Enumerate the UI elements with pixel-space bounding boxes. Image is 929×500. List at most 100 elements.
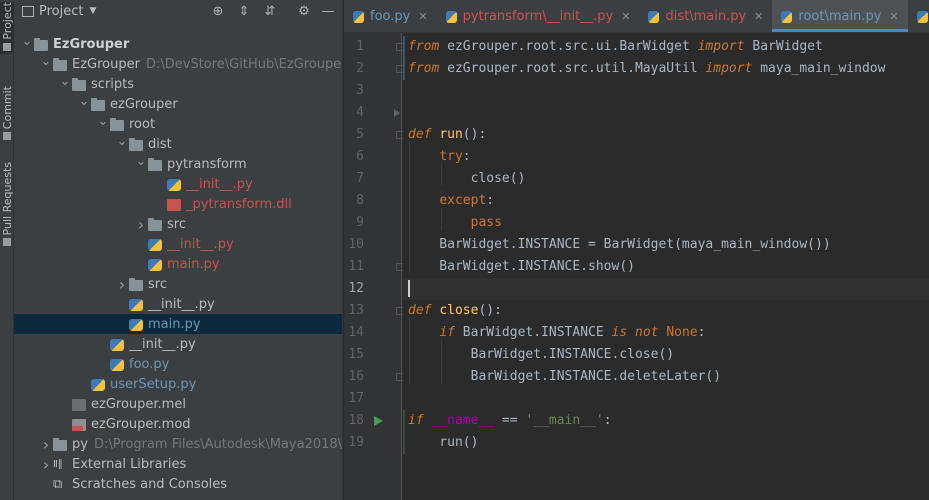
tree-item-label: src [148, 276, 167, 292]
close-icon[interactable]: ✕ [889, 10, 898, 23]
close-icon[interactable]: ✕ [621, 10, 630, 23]
code-line: run() [408, 432, 478, 454]
tree-item[interactable]: ⌄ root [14, 114, 342, 134]
vcs-change-marker [403, 36, 405, 80]
editor-tab-label: dist\main.py [665, 8, 747, 24]
editor-tab[interactable]: dist\main.py ✕ [639, 0, 772, 32]
tree-item[interactable]: userSetup.py [14, 374, 342, 394]
chevron-right-icon[interactable]: › [134, 215, 148, 234]
toolwindow-tab-label: Pull Requests [0, 162, 14, 236]
chevron-right-icon[interactable]: › [115, 275, 129, 294]
tree-item[interactable]: ⌄ pytransform [14, 154, 342, 174]
vcs-change-marker [403, 410, 405, 454]
toolwindow-tab-commit[interactable]: Commit [0, 86, 14, 143]
chevron-down-icon[interactable]: ▼ [89, 6, 96, 16]
tree-item-label: EzGrouper [53, 36, 130, 52]
line-number: 18 [348, 413, 364, 428]
tree-item[interactable]: ezGrouper.mod [14, 414, 342, 434]
editor-tab[interactable]: root\main.py ✕ [772, 0, 908, 32]
run-icon[interactable] [374, 416, 383, 426]
toolwindow-tab-pull-requests[interactable]: Pull Requests [0, 162, 14, 249]
close-icon[interactable]: ✕ [754, 10, 763, 23]
code-token: is not [611, 325, 659, 340]
chevron-down-icon[interactable]: ⌄ [77, 94, 91, 109]
code-line: except: [408, 190, 494, 212]
code-token: if [408, 413, 424, 428]
tree-item[interactable]: ezGrouper.mel [14, 394, 342, 414]
tree-item[interactable]: ⌄ EzGrouper [14, 34, 342, 54]
project-view-icon [22, 5, 34, 17]
toolwindow-tab-project[interactable]: Project [0, 2, 14, 54]
chevron-right-icon[interactable]: › [39, 435, 53, 454]
toolwindow-tab-label: Project [0, 2, 14, 40]
tree-item[interactable]: main.py [14, 254, 342, 274]
tree-item[interactable]: ⌄ ezGrouper [14, 94, 342, 114]
line-number: 19 [348, 435, 364, 450]
python-file-icon [110, 338, 124, 351]
tree-item[interactable]: __init__.py [14, 294, 342, 314]
tree-item[interactable]: ⌄ EzGrouper D:\DevStore\GitHub\EzGrouper [14, 54, 342, 74]
tree-item[interactable]: ⌄ dist [14, 134, 342, 154]
code-token: run() [408, 435, 479, 450]
close-icon[interactable]: ✕ [418, 10, 427, 23]
hide-panel-icon[interactable]: — [320, 4, 336, 20]
editor-tab[interactable]: foo.py ✕ [344, 0, 437, 32]
chevron-down-icon[interactable]: ⌄ [39, 54, 53, 69]
chevron-down-icon[interactable]: ⌄ [58, 74, 72, 89]
code-token: from [408, 61, 440, 76]
python-file-icon [353, 10, 364, 23]
tree-item-label: src [167, 216, 186, 232]
folder-icon [53, 57, 67, 71]
editor-tab-label: root\main.py [798, 8, 882, 24]
tree-item[interactable]: __init__.py [14, 174, 342, 194]
chevron-down-icon[interactable]: ⌄ [134, 154, 148, 169]
folded-region-icon[interactable] [394, 109, 400, 117]
tree-item[interactable]: __init__.py [14, 234, 342, 254]
project-tree: ⌄ EzGrouper ⌄ EzGrouper D:\DevStore\GitHub\E… [14, 34, 342, 494]
tree-item[interactable]: › py D:\Program Files\Autodesk\Maya2018\de… [14, 434, 342, 454]
code-token: : [486, 193, 495, 208]
code-line: def run(): [408, 124, 486, 146]
code-token: close [439, 303, 479, 318]
code-line: try: [408, 146, 470, 168]
chevron-down-icon[interactable]: ⌄ [96, 114, 110, 129]
tree-item[interactable]: main.py [14, 314, 342, 334]
chevron-down-icon[interactable]: ⌄ [20, 34, 34, 49]
tree-item-label: dist [148, 136, 172, 152]
tree-item[interactable]: __init__.py [14, 334, 342, 354]
tree-item-label: root [129, 116, 156, 132]
chevron-down-icon[interactable]: ⌄ [115, 134, 129, 149]
tree-item[interactable]: ⧉ Scratches and Consoles [14, 474, 342, 494]
chevron-right-icon[interactable]: › [39, 455, 53, 474]
tree-item[interactable]: › Ⅱ∥ External Libraries [14, 454, 342, 474]
tree-item[interactable]: foo.py [14, 354, 342, 374]
expand-all-icon[interactable]: ⇕ [236, 4, 252, 20]
code-editor[interactable]: from ezGrouper.root.src.ui.BarWidget imp… [403, 33, 929, 500]
code-token: BarWidget.INSTANCE = BarWidget(maya_main… [408, 237, 831, 252]
current-line-highlight [403, 278, 929, 300]
line-number: 15 [348, 347, 364, 362]
line-number: 17 [348, 391, 364, 406]
tree-item[interactable]: _pytransform.dll [14, 194, 342, 214]
code-token: BarWidget.INSTANCE [454, 325, 612, 340]
editor-tab[interactable]: pytransform\__init__.py ✕ [437, 0, 640, 32]
locate-file-icon[interactable]: ⊕ [210, 4, 226, 20]
project-panel: Project ▼ ⊕ ⇕ ⇵ ⚙ — ⌄ EzGrouper ⌄ EzGrouper… [14, 0, 343, 500]
python-file-icon [110, 358, 124, 371]
tree-item[interactable]: ⌄ scripts [14, 74, 342, 94]
code-token: BarWidget [744, 39, 823, 54]
line-number: 7 [356, 171, 364, 186]
mod-file-icon [72, 418, 86, 431]
tree-item[interactable]: › src [14, 274, 342, 294]
gear-icon[interactable]: ⚙ [296, 4, 312, 20]
code-token: None [666, 325, 698, 340]
collapse-all-icon[interactable]: ⇵ [262, 4, 278, 20]
editor-gutter: 1 2 3 4 5 6 7 8 9 10 11 12 13 14 15 16 17 18 19 [344, 33, 404, 500]
code-token: from [408, 39, 440, 54]
project-panel-title[interactable]: Project [39, 4, 83, 19]
tree-item[interactable]: › src [14, 214, 342, 234]
editor-tab[interactable]: dist\__in [908, 0, 929, 32]
code-token: close() [408, 171, 526, 186]
